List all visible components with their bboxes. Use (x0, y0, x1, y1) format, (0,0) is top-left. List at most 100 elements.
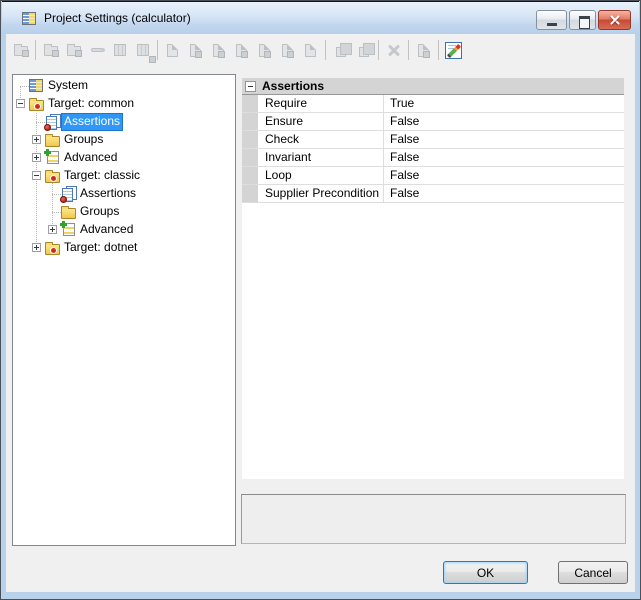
collapse-category-icon[interactable] (245, 81, 256, 92)
tree-item-label: Target: common (46, 96, 136, 112)
folder-icon (45, 136, 60, 147)
tree-item-groups-classic[interactable]: Groups (13, 203, 235, 221)
close-button[interactable] (598, 10, 631, 30)
target-folder-icon (45, 244, 60, 255)
target-folder-icon (45, 172, 60, 183)
property-row[interactable]: Loop False (242, 167, 624, 185)
row-gutter (242, 167, 259, 184)
row-gutter (242, 113, 259, 130)
tree-item-groups-common[interactable]: Groups (13, 131, 235, 149)
expander-plus-icon[interactable] (32, 243, 41, 252)
expander-minus-icon[interactable] (16, 99, 25, 108)
precompile-icon[interactable] (131, 39, 154, 61)
cube-copy-icon[interactable] (352, 39, 375, 61)
minimize-button[interactable] (536, 10, 567, 30)
property-category-header[interactable]: Assertions (242, 78, 624, 95)
maximize-button[interactable] (569, 10, 596, 30)
tree-item-advanced-common[interactable]: Advanced (13, 149, 235, 167)
project-settings-window: Project Settings (calculator) (0, 0, 641, 600)
property-name: Loop (259, 167, 384, 184)
assertions-icon (61, 186, 77, 201)
tree-item-advanced-classic[interactable]: Advanced (13, 221, 235, 239)
toolbar-separator (378, 40, 379, 60)
folder-disk-icon[interactable] (9, 39, 32, 61)
toolbar-separator (35, 40, 36, 60)
advanced-icon (63, 223, 75, 236)
edit-pencil-icon[interactable] (442, 39, 465, 61)
apply-edit-icon[interactable] (412, 39, 435, 61)
seal-badge (44, 124, 51, 131)
tree-item-assertions-classic[interactable]: Assertions (13, 185, 235, 203)
tree-item-label: Advanced (62, 150, 119, 166)
expander-plus-icon[interactable] (48, 225, 57, 234)
property-row[interactable]: Ensure False (242, 113, 624, 131)
window-title: Project Settings (calculator) (44, 11, 191, 25)
row-gutter (242, 185, 259, 202)
toolbar-separator (325, 40, 326, 60)
advanced-icon (47, 151, 59, 164)
toolbar (9, 37, 465, 63)
tree-connector (52, 212, 61, 213)
dialog-client-area: System Target: common Assertions Groups (6, 34, 635, 592)
toolbar-separator (438, 40, 439, 60)
tree-connector (52, 194, 61, 195)
property-name: Ensure (259, 113, 384, 130)
app-icon (22, 12, 36, 25)
property-value[interactable]: False (384, 149, 624, 166)
folder-duplicate-icon[interactable] (62, 39, 85, 61)
cancel-button[interactable]: Cancel (558, 561, 628, 584)
tree-item-label-selected: Assertions (62, 114, 122, 130)
page-remove-icon[interactable] (299, 39, 322, 61)
property-row[interactable]: Require True (242, 95, 624, 113)
titlebar[interactable]: Project Settings (calculator) (2, 1, 639, 34)
property-value[interactable]: False (384, 131, 624, 148)
page-add-icon[interactable] (207, 39, 230, 61)
tree-item-target-dotnet[interactable]: Target: dotnet (13, 239, 235, 257)
expander-plus-icon[interactable] (32, 135, 41, 144)
tree-item-label: System (46, 78, 90, 94)
library-icon[interactable] (108, 39, 131, 61)
tree-item-system[interactable]: System (13, 77, 235, 95)
property-value[interactable]: False (384, 113, 624, 130)
tree-item-label: Groups (78, 204, 121, 220)
tree-connector (20, 86, 29, 87)
folder-target-icon[interactable] (39, 39, 62, 61)
cube-icon[interactable] (329, 39, 352, 61)
detach-icon[interactable] (85, 39, 108, 61)
tree-item-label: Target: dotnet (62, 240, 139, 256)
expander-minus-icon[interactable] (32, 171, 41, 180)
property-name: Supplier Precondition (259, 185, 384, 202)
tree-item-label: Target: classic (62, 168, 142, 184)
toolbar-separator (408, 40, 409, 60)
pages-copy-icon[interactable] (253, 39, 276, 61)
property-row[interactable]: Invariant False (242, 149, 624, 167)
caption-buttons (536, 10, 631, 30)
property-row[interactable]: Supplier Precondition False (242, 185, 624, 203)
property-row[interactable]: Check False (242, 131, 624, 149)
property-value[interactable]: True (384, 95, 624, 112)
page-export-icon[interactable] (276, 39, 299, 61)
system-icon (29, 79, 43, 92)
property-grid: Assertions Require True Ensure False Che… (242, 78, 624, 479)
page-add-alt-icon[interactable] (230, 39, 253, 61)
settings-tree[interactable]: System Target: common Assertions Groups (12, 74, 236, 546)
delete-icon[interactable] (382, 39, 405, 61)
tree-item-target-common[interactable]: Target: common (13, 95, 235, 113)
page-h-icon[interactable] (161, 39, 184, 61)
tree-item-assertions-common[interactable]: Assertions (13, 113, 235, 131)
property-name: Check (259, 131, 384, 148)
row-gutter (242, 95, 259, 112)
property-value[interactable]: False (384, 167, 624, 184)
tree-item-label: Advanced (78, 222, 135, 238)
property-value[interactable]: False (384, 185, 624, 202)
row-gutter (242, 131, 259, 148)
tree-item-target-classic[interactable]: Target: classic (13, 167, 235, 185)
tree-item-label: Groups (62, 132, 105, 148)
description-panel (241, 494, 626, 544)
row-gutter (242, 149, 259, 166)
property-name: Require (259, 95, 384, 112)
tree-connector (36, 122, 45, 123)
page-reload-icon[interactable] (184, 39, 207, 61)
expander-plus-icon[interactable] (32, 153, 41, 162)
ok-button[interactable]: OK (443, 561, 528, 584)
